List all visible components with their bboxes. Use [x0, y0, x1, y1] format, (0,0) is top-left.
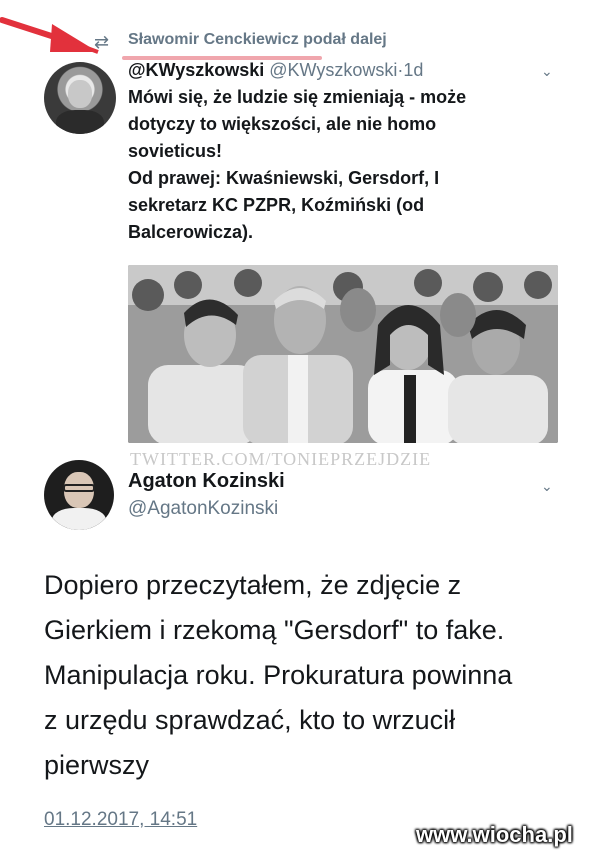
tweet-photo[interactable] — [128, 265, 558, 443]
avatar[interactable] — [44, 62, 116, 134]
tweet-line: pierwszy — [44, 750, 150, 780]
display-name[interactable]: Agaton Kozinski — [128, 470, 285, 493]
user-handle[interactable]: @KWyszkowski — [269, 60, 397, 80]
photo-watermark: TWITTER.COM/TONIEPRZEJDZIE — [130, 449, 432, 469]
tweet-line: Dopiero przeczytałem, że zdjęcie z — [44, 570, 462, 600]
tweet-line: z urzędu sprawdzać, kto to wrzucił — [44, 705, 456, 735]
chevron-down-icon[interactable]: ⌄ — [541, 478, 553, 495]
tweet-line: dotyczy to większości, ale nie homo — [128, 114, 437, 134]
chevron-down-icon[interactable]: ⌄ — [541, 63, 553, 80]
site-watermark: www.wiocha.pl — [416, 822, 573, 847]
tweet-line: Gierkiem i rzekomą "Gersdorf" to fake. — [44, 615, 505, 645]
tweet-line: sekretarz KC PZPR, Koźmiński (od — [128, 195, 425, 215]
tweet-line: Mówi się, że ludzie się zmieniają - może — [128, 87, 467, 107]
retweet-icon: ⇄ — [94, 32, 110, 52]
tweet-header: @KWyszkowski @KWyszkowski·1d — [128, 60, 423, 81]
retweeted-by-label[interactable]: Sławomir Cenckiewicz podał dalej — [128, 31, 387, 49]
tweet-line: Manipulacja roku. Prokuratura powinna — [44, 660, 513, 690]
avatar[interactable] — [44, 460, 114, 530]
tweet-age[interactable]: 1d — [403, 60, 423, 80]
tweet-line: Balcerowicza). — [128, 222, 254, 242]
annotation-arrow — [0, 17, 99, 54]
tweet-text: Dopiero przeczytałem, że zdjęcie z Gierk… — [44, 563, 574, 788]
user-handle[interactable]: @AgatonKozinski — [128, 498, 278, 520]
tweet-line: sovieticus! — [128, 141, 223, 161]
display-name[interactable]: @KWyszkowski — [128, 60, 264, 80]
tweet-line: Od prawej: Kwaśniewski, Gersdorf, I — [128, 168, 440, 188]
tweet-text: Mówi się, że ludzie się zmieniają - może… — [128, 84, 548, 246]
tweet-timestamp[interactable]: 01.12.2017, 14:51 — [44, 809, 197, 831]
